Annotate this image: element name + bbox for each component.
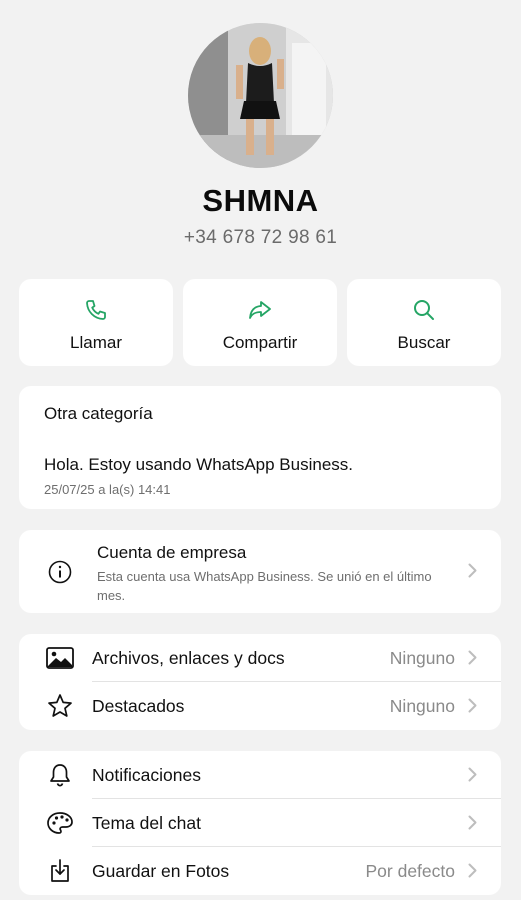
business-category: Otra categoría <box>44 404 153 423</box>
share-button[interactable]: Compartir <box>183 279 337 366</box>
media-section: Archivos, enlaces y docs Ninguno Destaca… <box>19 634 501 730</box>
chevron-right-icon <box>468 863 477 883</box>
info-card: Otra categoría Hola. Estoy usando WhatsA… <box>19 386 501 509</box>
search-label: Buscar <box>397 333 451 352</box>
chevron-right-icon <box>468 767 477 787</box>
business-account-title: Cuenta de empresa <box>97 543 247 562</box>
save-to-photos-value: Por defecto <box>365 861 456 881</box>
star-icon <box>46 694 74 718</box>
image-icon <box>46 646 74 670</box>
info-icon <box>48 560 72 589</box>
search-button[interactable]: Buscar <box>347 279 501 366</box>
chevron-right-icon <box>468 563 477 583</box>
chevron-right-icon <box>468 698 477 718</box>
about-text: Hola. Estoy usando WhatsApp Business. <box>44 455 353 474</box>
save-to-photos-row[interactable]: Guardar en Fotos Por defecto <box>19 847 501 895</box>
save-to-photos-label: Guardar en Fotos <box>92 861 230 881</box>
download-icon <box>46 859 74 883</box>
palette-icon <box>46 811 74 835</box>
phone-icon <box>84 298 108 322</box>
media-files-row[interactable]: Archivos, enlaces y docs Ninguno <box>19 634 501 682</box>
business-account-row[interactable]: Cuenta de empresa Esta cuenta usa WhatsA… <box>19 530 501 613</box>
chevron-right-icon <box>468 815 477 835</box>
profile-avatar[interactable] <box>188 23 333 168</box>
chevron-right-icon <box>468 650 477 670</box>
contact-phone: +34 678 72 98 61 <box>183 227 338 248</box>
business-account-description: Esta cuenta usa WhatsApp Business. Se un… <box>97 569 432 603</box>
share-icon <box>247 298 273 322</box>
profile-photo <box>188 23 333 168</box>
media-files-label: Archivos, enlaces y docs <box>92 648 285 668</box>
chat-theme-label: Tema del chat <box>92 813 201 833</box>
starred-value: Ninguno <box>389 696 455 716</box>
settings-section: Notificaciones Tema del chat Guardar en … <box>19 751 501 895</box>
about-date: 25/07/25 a la(s) 14:41 <box>44 482 171 497</box>
starred-row[interactable]: Destacados Ninguno <box>19 682 501 730</box>
search-icon <box>412 298 436 322</box>
bell-icon <box>46 763 74 787</box>
contact-name: SHMNA <box>202 183 319 218</box>
chat-theme-row[interactable]: Tema del chat <box>19 799 501 847</box>
starred-label: Destacados <box>92 696 185 716</box>
media-files-value: Ninguno <box>389 648 455 668</box>
notifications-row[interactable]: Notificaciones <box>19 751 501 799</box>
share-label: Compartir <box>222 333 298 352</box>
call-label: Llamar <box>70 333 122 352</box>
notifications-label: Notificaciones <box>92 765 201 785</box>
call-button[interactable]: Llamar <box>19 279 173 366</box>
